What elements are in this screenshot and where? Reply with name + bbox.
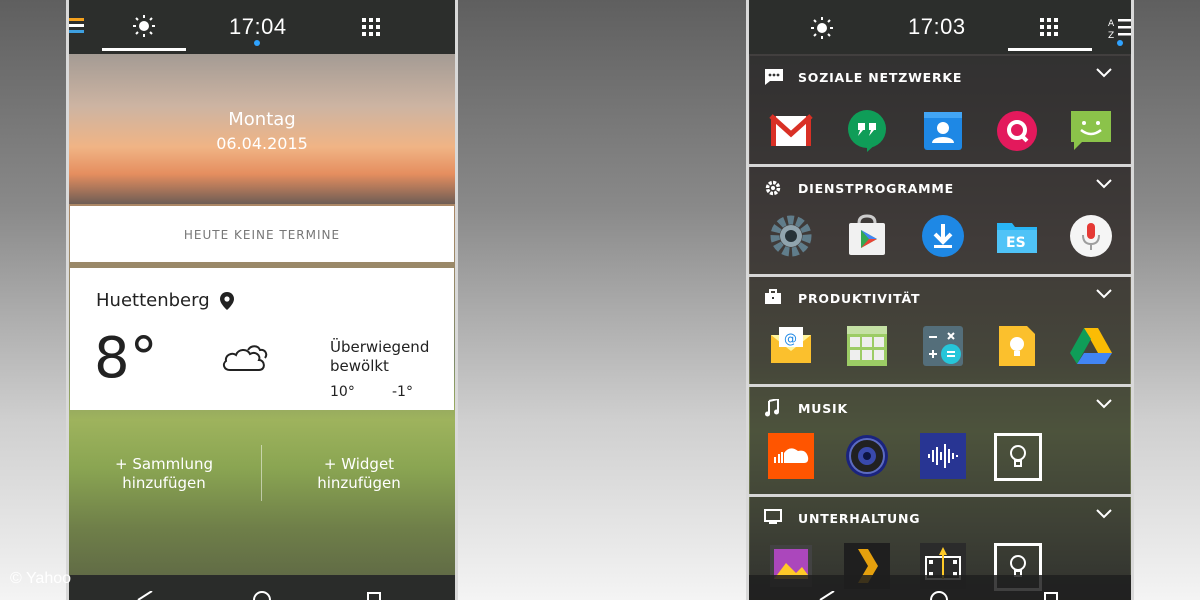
recents-icon[interactable]: [367, 592, 381, 600]
weather-card[interactable]: Huettenberg 8° Überwiegend bewölkt 10° -…: [70, 268, 454, 410]
section-label: PRODUKTIVITÄT: [798, 291, 921, 306]
back-icon[interactable]: [136, 591, 154, 600]
section-header[interactable]: MUSIK: [750, 387, 1130, 427]
add-widget-line1: + Widget: [323, 455, 395, 473]
calculator-icon[interactable]: [920, 323, 966, 369]
location-pin-icon: [220, 292, 234, 310]
add-widget-button[interactable]: + Widget hinzufügen: [269, 455, 449, 493]
navigation-bar: [746, 575, 1134, 600]
weather-high: 10°: [330, 384, 355, 400]
keep-icon[interactable]: [994, 323, 1040, 369]
weather-city: Huettenberg: [96, 290, 210, 311]
no-events-text: HEUTE KEINE TERMINE: [183, 228, 341, 242]
monitor-icon: [764, 509, 782, 524]
weather-condition-line2: bewölkt: [330, 357, 389, 375]
clock-tab[interactable]: 17:03: [908, 14, 966, 40]
voice-search-icon[interactable]: [1068, 213, 1114, 259]
add-app-icon[interactable]: [994, 433, 1042, 481]
gallery-grid-icon[interactable]: [844, 323, 890, 369]
svg-text:@: @: [784, 332, 797, 347]
section-header[interactable]: DIENSTPROGRAMME: [750, 167, 1130, 207]
right-phone-screen: 17:03 A Z SOZIALE NETZWERKE DIENSTPROGRA…: [746, 0, 1134, 600]
navigation-bar: [66, 575, 458, 600]
menu-icon[interactable]: [68, 18, 84, 36]
play-store-icon[interactable]: [844, 213, 890, 259]
chevron-down-icon[interactable]: [1096, 179, 1112, 189]
svg-text:Z: Z: [1108, 31, 1114, 40]
active-tab-indicator: [1008, 48, 1092, 51]
music-note-icon: [765, 399, 779, 417]
es-file-explorer-icon[interactable]: ES: [994, 213, 1040, 259]
add-collection-line1: + Sammlung: [115, 455, 213, 473]
download-icon[interactable]: [920, 213, 966, 259]
phone-frame-left: [746, 0, 749, 600]
recents-icon[interactable]: [1044, 592, 1058, 600]
sun-icon[interactable]: [132, 14, 156, 38]
soundcloud-icon[interactable]: [768, 433, 814, 479]
svg-text:A: A: [1108, 19, 1115, 29]
briefcase-icon: [765, 289, 781, 304]
section-header[interactable]: UNTERHALTUNG: [750, 497, 1130, 537]
add-collection-button[interactable]: + Sammlung hinzufügen: [74, 455, 254, 493]
section-musik: MUSIK: [750, 387, 1130, 494]
top-bar: 17:03 A Z: [746, 0, 1134, 54]
chevron-down-icon[interactable]: [1096, 289, 1112, 299]
home-icon[interactable]: [929, 591, 949, 600]
section-header[interactable]: SOZIALE NETZWERKE: [750, 56, 1130, 96]
add-collection-line2: hinzufügen: [122, 474, 206, 492]
quik-icon[interactable]: [994, 108, 1040, 154]
section-label: SOZIALE NETZWERKE: [798, 70, 963, 85]
home-icon[interactable]: [252, 591, 272, 600]
svg-text:ES: ES: [1006, 235, 1026, 251]
section-label: DIENSTPROGRAMME: [798, 181, 954, 196]
section-produktivitaet: PRODUKTIVITÄT @: [750, 277, 1130, 384]
email-icon[interactable]: @: [768, 323, 814, 369]
events-card[interactable]: HEUTE KEINE TERMINE: [70, 206, 454, 262]
left-phone-screen: 17:04 Montag 06.04.2015 HEUTE KEINE TERM…: [66, 0, 458, 600]
top-bar: 17:04: [66, 0, 458, 54]
notification-dot: [1117, 40, 1123, 46]
chevron-down-icon[interactable]: [1096, 509, 1112, 519]
back-icon[interactable]: [818, 591, 836, 600]
section-label: MUSIK: [798, 401, 848, 416]
section-header[interactable]: PRODUKTIVITÄT: [750, 277, 1130, 317]
weekday-label: Montag: [228, 109, 296, 130]
date-header: Montag 06.04.2015: [66, 54, 458, 204]
gear-icon: [765, 180, 781, 196]
weather-low: -1°: [392, 384, 413, 400]
section-dienstprogramme: DIENSTPROGRAMME ES: [750, 167, 1130, 274]
divider: [261, 445, 262, 501]
audio-wave-icon[interactable]: [920, 433, 966, 479]
weather-temperature: 8°: [94, 326, 158, 391]
speaker-icon[interactable]: [844, 433, 890, 479]
drive-icon[interactable]: [1068, 323, 1114, 369]
chevron-down-icon[interactable]: [1096, 399, 1112, 409]
phone-frame-right: [455, 0, 458, 600]
chat-icon: [765, 69, 783, 85]
messaging-icon[interactable]: [1068, 108, 1114, 154]
active-tab-indicator: [102, 48, 186, 51]
section-soziale-netzwerke: SOZIALE NETZWERKE: [750, 56, 1130, 164]
copyright-watermark: © Yahoo: [10, 570, 72, 587]
section-label: UNTERHALTUNG: [798, 511, 921, 526]
contacts-icon[interactable]: [920, 108, 966, 154]
add-widget-line2: hinzufügen: [317, 474, 401, 492]
cloud-icon: [222, 345, 268, 371]
app-grid-icon[interactable]: [1040, 18, 1058, 36]
weather-condition-line1: Überwiegend: [330, 338, 430, 356]
clock-tab[interactable]: 17:04: [229, 14, 287, 40]
date-label: 06.04.2015: [216, 134, 308, 153]
gmail-icon[interactable]: [768, 108, 814, 154]
phone-frame-right: [1131, 0, 1134, 600]
notification-dot: [254, 40, 260, 46]
hangouts-icon[interactable]: [844, 108, 890, 154]
settings-icon[interactable]: [768, 213, 814, 259]
sun-icon[interactable]: [810, 16, 834, 40]
weather-condition: Überwiegend bewölkt: [330, 338, 450, 376]
app-grid-icon[interactable]: [362, 18, 380, 36]
phone-frame-left: [66, 0, 69, 600]
chevron-down-icon[interactable]: [1096, 68, 1112, 78]
